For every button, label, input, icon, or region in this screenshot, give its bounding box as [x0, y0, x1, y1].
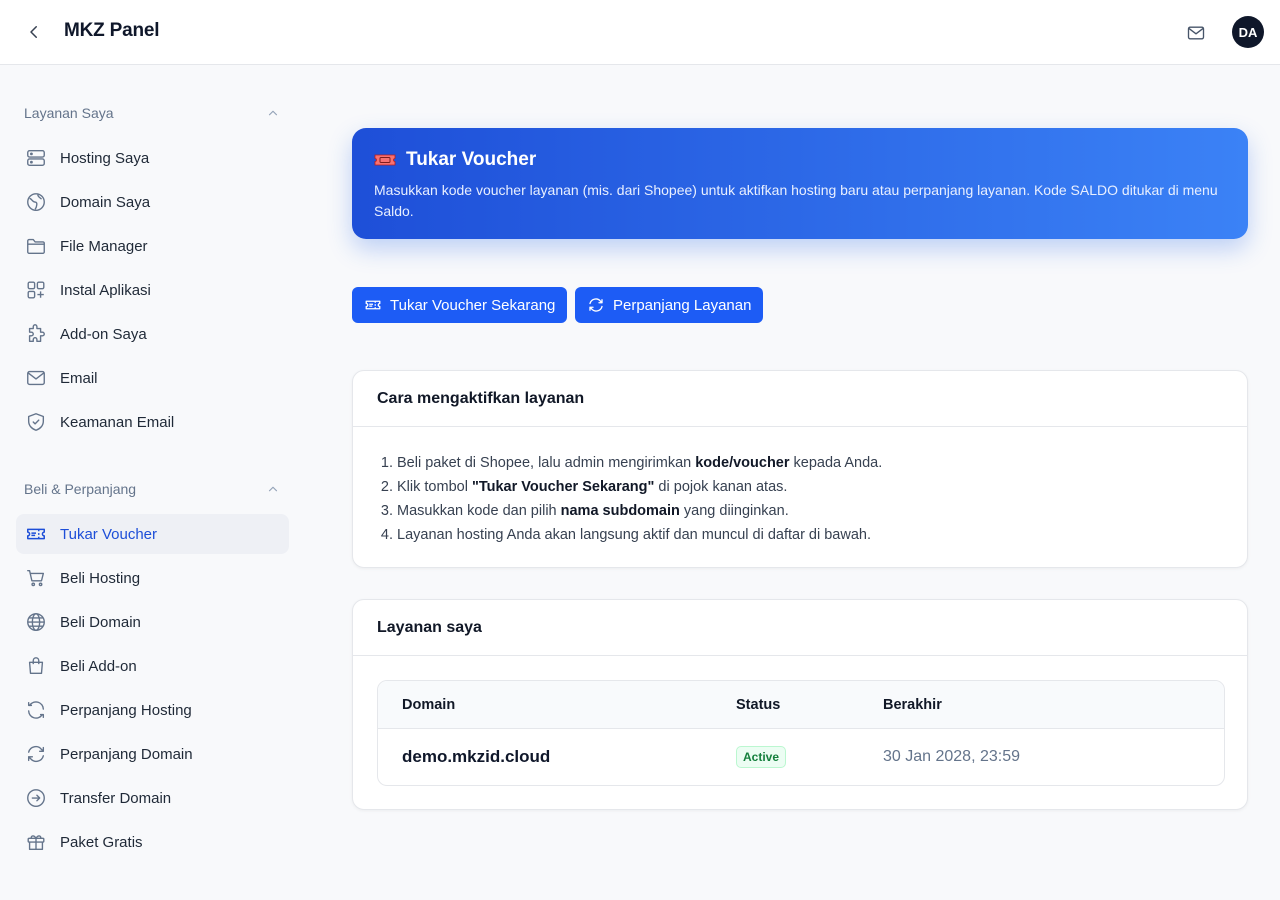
sidebar-item-keamanan-email[interactable]: Keamanan Email [16, 402, 289, 442]
activation-guide-card: Cara mengaktifkan layanan Beli paket di … [352, 370, 1248, 568]
cart-icon [24, 566, 48, 590]
step-item: Klik tombol "Tukar Voucher Sekarang" di … [397, 475, 1247, 499]
chevron-left-icon [30, 26, 37, 38]
sidebar-item-hosting-saya[interactable]: Hosting Saya [16, 138, 289, 178]
redeem-voucher-button[interactable]: Tukar Voucher Sekarang [352, 287, 568, 323]
back-button[interactable] [20, 18, 48, 46]
card-title: Layanan saya [353, 600, 1247, 656]
user-avatar[interactable]: DA [1232, 16, 1264, 48]
sidebar-item-label: Paket Gratis [60, 833, 143, 851]
sidebar-item-paket-gratis[interactable]: Paket Gratis [16, 822, 289, 862]
column-header-status[interactable]: Status [736, 697, 780, 713]
sidebar-item-label: Email [60, 369, 98, 387]
app-title: MKZ Panel [64, 20, 160, 41]
ticket-emoji-icon [374, 152, 396, 168]
refresh-icon [587, 296, 605, 314]
step-text: Masukkan kode dan pilih [397, 503, 561, 519]
sidebar-group-layanan-saya[interactable]: Layanan Saya [24, 101, 280, 125]
mail-icon [1187, 26, 1205, 40]
shopping-bag-icon [24, 654, 48, 678]
globe-grid-icon [24, 190, 48, 214]
refresh-icon [24, 698, 48, 722]
hero-title: Tukar Voucher [406, 149, 537, 170]
gift-icon [24, 830, 48, 854]
sidebar-item-label: Transfer Domain [60, 789, 172, 807]
step-emphasis: "Tukar Voucher Sekarang" [471, 479, 655, 495]
ticket-icon [24, 522, 48, 546]
sidebar-item-beli-domain[interactable]: Beli Domain [16, 602, 289, 642]
arrow-circle-right-icon [24, 786, 48, 810]
ticket-icon [364, 296, 382, 314]
mail-icon [24, 366, 48, 390]
renew-service-label: Perpanjang Layanan [613, 296, 752, 314]
shield-check-icon [24, 410, 48, 434]
hero-title-row: Tukar Voucher [374, 148, 1226, 172]
apps-plus-icon [24, 278, 48, 302]
redeem-voucher-label: Tukar Voucher Sekarang [390, 296, 556, 314]
sidebar-item-label: Perpanjang Domain [60, 745, 193, 763]
sidebar-item-beli-hosting[interactable]: Beli Hosting [16, 558, 289, 598]
inbox-button[interactable] [1182, 19, 1210, 47]
chevron-up-icon [268, 486, 278, 492]
sidebar-item-label: Instal Aplikasi [60, 281, 151, 299]
voucher-hero-banner: Tukar Voucher Masukkan kode voucher laya… [352, 128, 1248, 239]
sidebar-group-label: Beli & Perpanjang [24, 481, 137, 497]
step-text: Klik tombol [397, 479, 472, 495]
sidebar-item-email[interactable]: Email [16, 358, 289, 398]
sidebar-item-label: Domain Saya [60, 193, 151, 211]
status-badge: Active [736, 746, 787, 768]
globe-icon [24, 610, 48, 634]
table-row[interactable]: demo.mkzid.cloud Active 30 Jan 2028, 23:… [378, 729, 1224, 785]
sidebar-item-label: Add-on Saya [60, 325, 147, 343]
sidebar-item-tukar-voucher[interactable]: Tukar Voucher [16, 514, 289, 554]
sidebar-item-label: Hosting Saya [60, 149, 150, 167]
sidebar-item-file-manager[interactable]: File Manager [16, 226, 289, 266]
step-item: Beli paket di Shopee, lalu admin mengiri… [397, 451, 1247, 475]
step-text: di pojok kanan atas. [654, 479, 788, 495]
table-header: Domain Status Berakhir [378, 681, 1224, 729]
sidebar-item-add-on-saya[interactable]: Add-on Saya [16, 314, 289, 354]
step-text: Beli paket di Shopee, lalu admin mengiri… [397, 455, 696, 471]
step-emphasis: nama subdomain [560, 503, 680, 519]
top-bar: MKZ Panel DA [0, 0, 1280, 65]
puzzle-icon [24, 322, 48, 346]
step-item: Masukkan kode dan pilih nama subdomain y… [397, 499, 1247, 523]
hero-description: Masukkan kode voucher layanan (mis. dari… [374, 182, 1218, 219]
folder-icon [24, 234, 48, 258]
column-header-domain[interactable]: Domain [402, 697, 455, 713]
card-title: Cara mengaktifkan layanan [353, 371, 1247, 427]
renew-service-button[interactable]: Perpanjang Layanan [575, 287, 764, 323]
sidebar-group-beli-perpanjang[interactable]: Beli & Perpanjang [24, 477, 280, 501]
sidebar-item-label: Perpanjang Hosting [60, 701, 192, 719]
sidebar-item-label: Beli Domain [60, 613, 141, 631]
step-text: yang diinginkan. [679, 503, 789, 519]
server-icon [24, 146, 48, 170]
step-text: Layanan hosting Anda akan langsung aktif… [397, 527, 872, 543]
service-expiry: 30 Jan 2028, 23:59 [883, 748, 1021, 765]
sidebar-item-instal-aplikasi[interactable]: Instal Aplikasi [16, 270, 289, 310]
activation-steps-list: Beli paket di Shopee, lalu admin mengiri… [353, 427, 1247, 547]
step-emphasis: kode/voucher [695, 455, 790, 471]
sidebar-item-label: File Manager [60, 237, 148, 255]
step-text: kepada Anda. [789, 455, 883, 471]
sidebar-item-label: Beli Hosting [60, 569, 141, 587]
sidebar-item-transfer-domain[interactable]: Transfer Domain [16, 778, 289, 818]
step-item: Layanan hosting Anda akan langsung aktif… [397, 523, 1247, 547]
sidebar-item-domain-saya[interactable]: Domain Saya [16, 182, 289, 222]
sidebar-item-perpanjang-hosting[interactable]: Perpanjang Hosting [16, 690, 289, 730]
sidebar-item-label: Tukar Voucher [60, 525, 157, 543]
sidebar-group-label: Layanan Saya [24, 105, 114, 121]
sidebar-item-beli-add-on[interactable]: Beli Add-on [16, 646, 289, 686]
chevron-up-icon [268, 110, 278, 116]
my-services-card: Layanan saya Domain Status Berakhir demo… [352, 599, 1248, 810]
sidebar-item-label: Beli Add-on [60, 657, 137, 675]
sidebar-item-perpanjang-domain[interactable]: Perpanjang Domain [16, 734, 289, 774]
refresh-alt-icon [24, 742, 48, 766]
column-header-expires[interactable]: Berakhir [883, 697, 942, 713]
services-table: Domain Status Berakhir demo.mkzid.cloud … [377, 680, 1225, 786]
service-domain[interactable]: demo.mkzid.cloud [402, 747, 550, 767]
sidebar: Layanan Saya Hosting Saya Domain Saya Fi… [0, 65, 300, 900]
sidebar-item-label: Keamanan Email [60, 413, 175, 431]
